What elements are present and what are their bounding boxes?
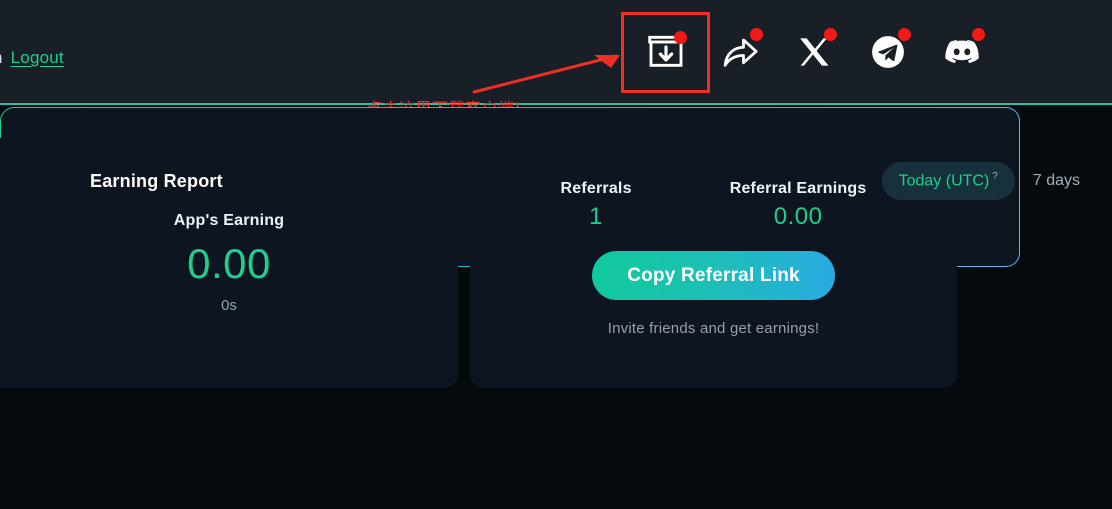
tab-today-utc[interactable]: Today (UTC)? [881,162,1015,201]
tab-today-label: Today (UTC) [898,172,990,190]
app-earning-title: App's Earning [173,212,285,230]
dashboard-stage: App's Earning 0.00 0s Referrals 1 Referr… [0,107,1112,509]
x-twitter-button[interactable] [788,26,840,78]
app-earning-value: 0.00 [187,240,271,288]
discord-button[interactable] [936,26,988,78]
notification-dot [674,31,687,44]
invite-helper-text: Invite friends and get earnings! [607,320,820,337]
copy-referral-link-button[interactable]: Copy Referral Link [592,251,835,300]
app-root: n Logout [0,0,1112,509]
notification-dot [898,28,911,41]
referrals-value: 1 [589,203,604,230]
tab-7-days[interactable]: 7 days [1029,163,1084,200]
top-header-bar: n Logout [0,0,1112,105]
header-icon-row [640,26,988,78]
notification-dot [972,28,985,41]
earning-report-header: Earning Report Today (UTC)? 7 days [90,162,1084,201]
download-client-button[interactable] [640,26,692,78]
referral-earnings-value: 0.00 [773,203,823,230]
telegram-button[interactable] [862,26,914,78]
help-hint-icon[interactable]: ? [992,171,998,182]
date-range-tabs: Today (UTC)? 7 days [881,162,1084,201]
x-twitter-icon [800,38,829,66]
share-button[interactable] [714,26,766,78]
annotation-arrow [472,54,620,94]
earning-report-title: Earning Report [90,170,223,191]
notification-dot [750,28,763,41]
account-area: n Logout [0,48,64,68]
truncated-username-text: n [0,48,3,68]
logout-link[interactable]: Logout [11,48,64,68]
notification-dot [824,28,837,41]
app-earning-duration: 0s [221,296,237,314]
